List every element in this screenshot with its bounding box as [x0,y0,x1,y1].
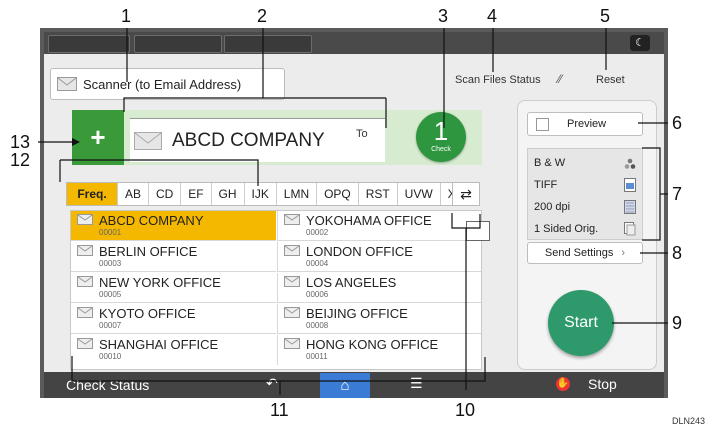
callout-number: 7 [672,184,683,204]
callout-number: 3 [438,6,449,26]
callout-number: 12 [10,150,31,170]
callout-number: 11 [270,400,289,420]
callout-number: 5 [600,6,611,26]
callout-number: 4 [487,6,498,26]
callout-lines [38,28,668,395]
callout-number: 13 [10,132,31,152]
figure-id: DLN243 [672,416,706,426]
callout-number: 2 [257,6,268,26]
callout-number: 10 [455,400,476,420]
callout-number: 8 [672,243,683,263]
callout-number: 1 [121,6,132,26]
callout-number: 6 [672,113,683,133]
callout-number: 9 [672,313,683,333]
